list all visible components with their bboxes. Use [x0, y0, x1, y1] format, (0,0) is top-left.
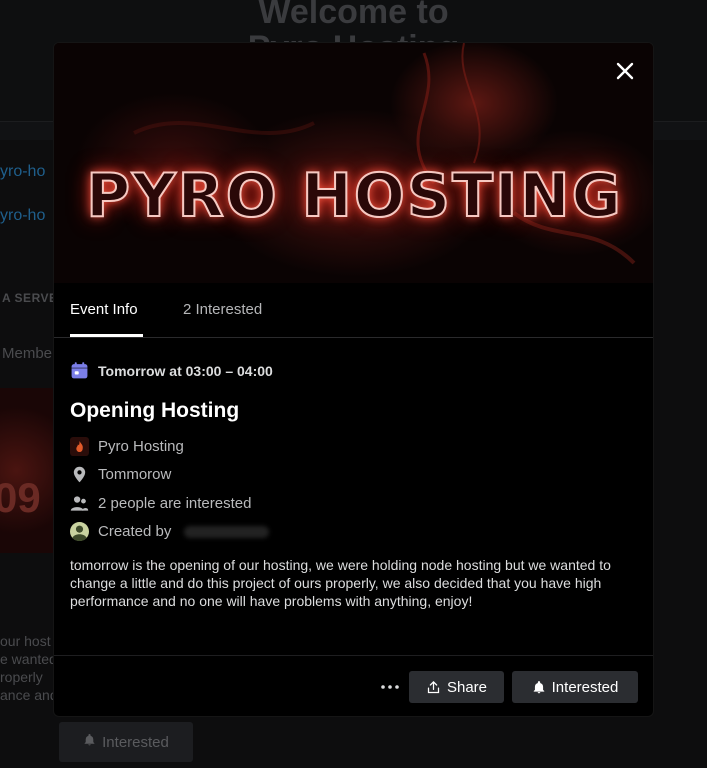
background-desc-line: e wanted: [0, 651, 57, 667]
bell-icon: [533, 680, 544, 693]
event-description: tomorrow is the opening of our hosting, …: [70, 557, 611, 609]
background-link-2: yro-ho: [0, 207, 46, 224]
event-interested-count: 2 people are interested: [70, 494, 251, 513]
event-interested-text: 2 people are interested: [98, 495, 252, 512]
location-pin-icon: [70, 465, 89, 484]
active-tab-indicator: [70, 334, 143, 337]
people-icon: [70, 494, 89, 513]
event-server-name: Pyro Hosting: [98, 438, 184, 455]
fire-icon: [70, 437, 89, 456]
event-location: Tommorow: [70, 465, 171, 484]
creator-name-hidden: [184, 525, 270, 538]
modal-footer: Share Interested: [54, 655, 653, 716]
banner-title: PYRO HOSTING: [85, 160, 623, 232]
background-event-image: 09: [0, 388, 54, 553]
event-tabs: Event Info 2 Interested: [54, 283, 653, 338]
tab-interested[interactable]: 2 Interested: [183, 301, 262, 318]
background-desc-line: our host: [0, 633, 51, 649]
close-icon[interactable]: [613, 59, 637, 83]
event-creator: Created by: [70, 522, 270, 542]
event-server[interactable]: Pyro Hosting: [70, 437, 184, 456]
background-desc-line: roperly: [0, 669, 43, 685]
tab-event-info[interactable]: Event Info: [70, 301, 138, 318]
background-interested-button: Interested: [59, 722, 193, 762]
background-description: our host e wanted roperly ance and: [0, 632, 58, 704]
calendar-icon: [70, 361, 89, 380]
event-modal: PYRO HOSTING Event Info 2 Interested Tom…: [53, 42, 654, 717]
event-schedule: Tomorrow at 03:00 – 04:00: [70, 361, 273, 380]
background-desc-line: ance and: [0, 687, 58, 703]
event-location-text: Tommorow: [98, 466, 172, 483]
event-schedule-text: Tomorrow at 03:00 – 04:00: [98, 362, 273, 379]
share-button[interactable]: Share: [409, 671, 504, 703]
more-options-button[interactable]: [380, 674, 400, 695]
created-by-label: Created by: [98, 523, 172, 540]
event-title: Opening Hosting: [70, 399, 240, 422]
background-banner-fragment: 09: [0, 474, 41, 521]
bell-icon: [83, 733, 96, 751]
avatar[interactable]: [70, 522, 89, 542]
background-members: Member: [2, 345, 58, 362]
close-button[interactable]: [613, 59, 637, 83]
more-icon[interactable]: [380, 684, 400, 690]
interested-button[interactable]: Interested: [512, 671, 638, 703]
share-label: Share: [446, 678, 488, 696]
event-banner: PYRO HOSTING: [54, 43, 653, 283]
share-icon: [427, 680, 440, 693]
background-caption: A SERVE: [2, 291, 58, 305]
background-link-1: yro-ho: [0, 163, 46, 180]
interested-label: Interested: [551, 678, 619, 696]
background-interested-label: Interested: [102, 733, 169, 751]
